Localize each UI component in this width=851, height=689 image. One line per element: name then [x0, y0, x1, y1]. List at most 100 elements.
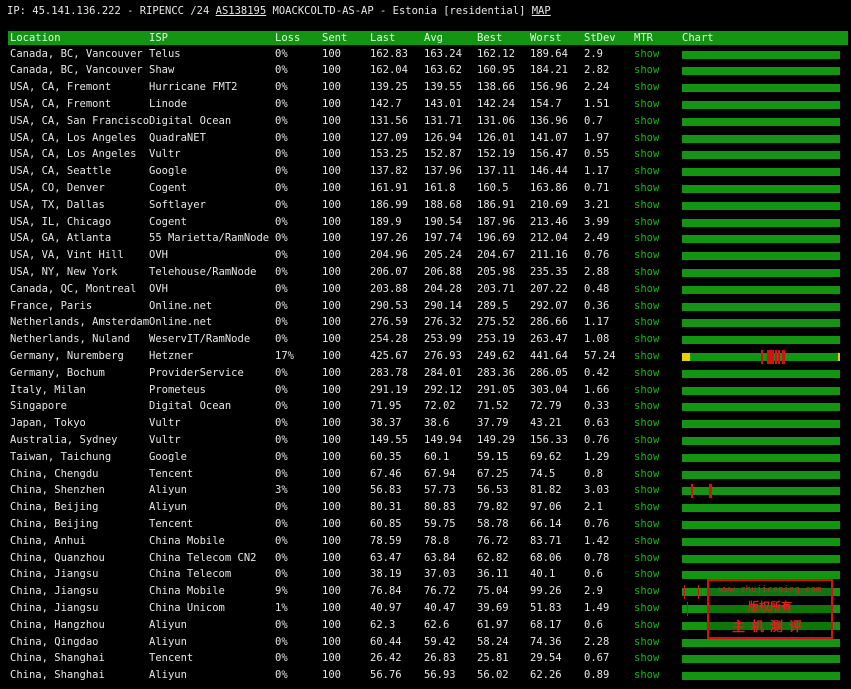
latency-chart-bar	[682, 302, 840, 311]
cell-best: 204.67	[477, 249, 515, 262]
cell-stdev: 2.28	[584, 635, 610, 648]
cell-stdev: 0.78	[584, 551, 610, 564]
cell-sent: 100	[322, 299, 341, 312]
mtr-show-link[interactable]: show	[634, 650, 674, 667]
cell-sent: 100	[322, 501, 341, 514]
mtr-show-link[interactable]: show	[634, 667, 674, 684]
mtr-show-link[interactable]: show	[634, 130, 674, 147]
cell-location: USA, CA, Fremont	[10, 81, 112, 94]
cell-worst: 213.46	[530, 215, 568, 228]
packet-loss-mark	[683, 585, 686, 600]
cell-stdev: 2.24	[584, 81, 610, 94]
cell-loss: 0%	[275, 417, 288, 430]
cell-stdev: 1.17	[584, 316, 610, 329]
mtr-show-link[interactable]: show	[634, 533, 674, 550]
cell-sent: 100	[322, 265, 341, 278]
mtr-show-link[interactable]: show	[634, 180, 674, 197]
cell-location: USA, CA, Los Angeles	[10, 148, 137, 161]
mtr-show-link[interactable]: show	[634, 516, 674, 533]
cell-worst: 51.83	[530, 601, 562, 614]
cell-stdev: 0.33	[584, 400, 610, 413]
cell-avg: 284.01	[424, 366, 462, 379]
mtr-show-link[interactable]: show	[634, 146, 674, 163]
cell-isp: OVH	[149, 282, 168, 295]
cell-worst: 72.79	[530, 400, 562, 413]
mtr-show-link[interactable]: show	[634, 466, 674, 483]
cell-loss: 0%	[275, 652, 288, 665]
mtr-show-link[interactable]: show	[634, 550, 674, 567]
cell-best: 203.71	[477, 282, 515, 295]
cell-stdev: 0.7	[584, 114, 603, 127]
cell-avg: 161.8	[424, 181, 456, 194]
cell-best: 253.19	[477, 333, 515, 346]
cell-last: 139.25	[370, 81, 408, 94]
cell-loss: 0%	[275, 148, 288, 161]
mtr-show-link[interactable]: show	[634, 230, 674, 247]
cell-stdev: 0.6	[584, 618, 603, 631]
mtr-show-link[interactable]: show	[634, 331, 674, 348]
mtr-show-link[interactable]: show	[634, 281, 674, 298]
mtr-show-link[interactable]: show	[634, 583, 674, 600]
cell-stdev: 2.9	[584, 585, 603, 598]
mtr-show-link[interactable]: show	[634, 617, 674, 634]
mtr-show-link[interactable]: show	[634, 348, 674, 365]
cell-last: 197.26	[370, 232, 408, 245]
mtr-show-link[interactable]: show	[634, 113, 674, 130]
cell-isp: Vultr	[149, 148, 181, 161]
mtr-show-link[interactable]: show	[634, 482, 674, 499]
mtr-show-link[interactable]: show	[634, 96, 674, 113]
mtr-show-link[interactable]: show	[634, 566, 674, 583]
mtr-show-link[interactable]: show	[634, 214, 674, 231]
mtr-show-link[interactable]: show	[634, 79, 674, 96]
mtr-show-link[interactable]: show	[634, 600, 674, 617]
cell-loss: 0%	[275, 181, 288, 194]
cell-sent: 100	[322, 635, 341, 648]
cell-worst: 97.06	[530, 501, 562, 514]
mtr-show-link[interactable]: show	[634, 264, 674, 281]
mtr-show-link[interactable]: show	[634, 46, 674, 63]
cell-location: USA, CO, Denver	[10, 181, 105, 194]
cell-isp: China Telecom CN2	[149, 551, 257, 564]
cell-loss: 0%	[275, 568, 288, 581]
mtr-show-link[interactable]: show	[634, 62, 674, 79]
cell-sent: 100	[322, 64, 341, 77]
mtr-show-link[interactable]: show	[634, 499, 674, 516]
mtr-show-link[interactable]: show	[634, 432, 674, 449]
cell-sent: 100	[322, 165, 341, 178]
mtr-show-link[interactable]: show	[634, 298, 674, 315]
cell-avg: 78.8	[424, 534, 450, 547]
cell-location: Australia, Sydney	[10, 433, 118, 446]
cell-sent: 100	[322, 652, 341, 665]
mtr-show-link[interactable]: show	[634, 365, 674, 382]
cell-loss: 0%	[275, 433, 288, 446]
cell-avg: 152.87	[424, 148, 462, 161]
cell-sent: 100	[322, 534, 341, 547]
mtr-show-link[interactable]: show	[634, 314, 674, 331]
cell-last: 60.85	[370, 517, 402, 530]
cell-avg: 197.74	[424, 232, 462, 245]
cell-sent: 100	[322, 282, 341, 295]
mtr-show-link[interactable]: show	[634, 197, 674, 214]
asn-link[interactable]: AS138195	[216, 5, 267, 17]
cell-sent: 100	[322, 148, 341, 161]
map-link[interactable]: MAP	[532, 5, 551, 17]
mtr-show-link[interactable]: show	[634, 382, 674, 399]
cell-worst: 74.5	[530, 467, 556, 480]
mtr-show-link[interactable]: show	[634, 163, 674, 180]
mtr-show-link[interactable]: show	[634, 634, 674, 651]
latency-chart-bar	[682, 134, 840, 143]
cell-sent: 100	[322, 467, 341, 480]
cell-isp: China Mobile	[149, 585, 225, 598]
mtr-show-link[interactable]: show	[634, 247, 674, 264]
cell-location: USA, NY, New York	[10, 265, 118, 278]
cell-avg: 292.12	[424, 383, 462, 396]
cell-sent: 100	[322, 232, 341, 245]
mtr-show-link[interactable]: show	[634, 398, 674, 415]
cell-stdev: 1.66	[584, 383, 610, 396]
cell-location: France, Paris	[10, 299, 93, 312]
mtr-show-link[interactable]: show	[634, 415, 674, 432]
mtr-show-link[interactable]: show	[634, 449, 674, 466]
cell-worst: 184.21	[530, 64, 568, 77]
cell-sent: 100	[322, 181, 341, 194]
cell-last: 162.83	[370, 47, 408, 60]
